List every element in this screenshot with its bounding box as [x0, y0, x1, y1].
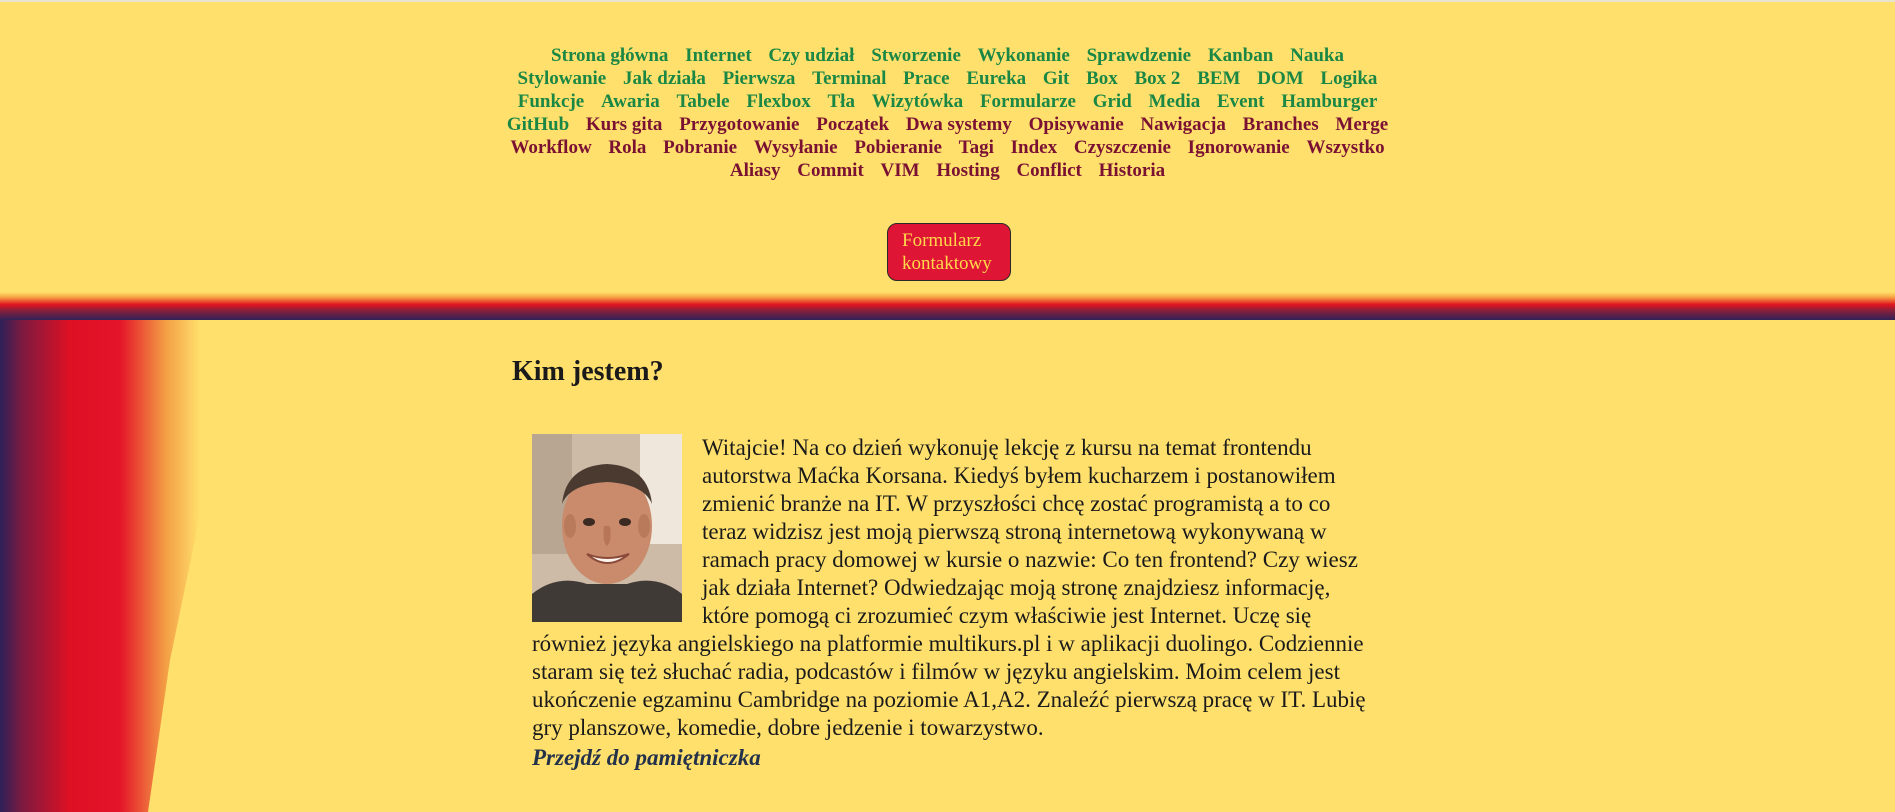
contact-form-button[interactable]: Formularz kontaktowy [887, 223, 1011, 302]
nav-link[interactable]: Funkcje [518, 90, 585, 113]
nav-link[interactable]: Formularze [980, 90, 1076, 113]
nav-link[interactable]: GitHub [507, 113, 569, 136]
nav-link[interactable]: Sprawdzenie [1087, 44, 1192, 67]
nav-link[interactable]: Hosting [936, 159, 999, 182]
page-header: Strona główna Internet Czy udział Stworz… [0, 0, 1895, 302]
nav-link[interactable]: Terminal [812, 67, 886, 90]
nav-link[interactable]: Nawigacja [1140, 113, 1225, 136]
nav-link[interactable]: Czyszczenie [1074, 136, 1171, 159]
nav-link[interactable]: Event [1217, 90, 1265, 113]
nav-link[interactable]: Box 2 [1135, 67, 1181, 90]
nav-link[interactable]: Stylowanie [518, 67, 607, 90]
nav-link[interactable]: Box [1086, 67, 1118, 90]
nav-link[interactable]: Historia [1099, 159, 1166, 182]
nav-link[interactable]: Strona główna [551, 44, 668, 67]
nav-link[interactable]: Tła [828, 90, 855, 113]
nav-link[interactable]: Media [1149, 90, 1201, 113]
nav-link[interactable]: Hamburger [1281, 90, 1377, 113]
nav-link[interactable]: Logika [1320, 67, 1377, 90]
nav-link[interactable]: Przygotowanie [679, 113, 799, 136]
nav-link[interactable]: Kanban [1208, 44, 1273, 67]
nav-link[interactable]: Awaria [601, 90, 660, 113]
nav-link[interactable]: Pobranie [663, 136, 737, 159]
nav-link[interactable]: Conflict [1016, 159, 1081, 182]
nav-link[interactable]: DOM [1257, 67, 1303, 90]
diary-link[interactable]: Przejdź do pamiętniczka [532, 744, 1372, 772]
nav-link[interactable]: Pobieranie [854, 136, 942, 159]
avatar [532, 434, 682, 622]
main-content: Kim jestem? Witajcie! Na co dzień wykonu… [512, 352, 1372, 770]
nav-link[interactable]: VIM [881, 159, 920, 182]
nav-link[interactable]: Wysyłanie [754, 136, 838, 159]
nav-link[interactable]: Eureka [966, 67, 1026, 90]
nav-link[interactable]: Wykonanie [978, 44, 1070, 67]
nav-link[interactable]: Tabele [676, 90, 729, 113]
profile-photo [532, 434, 682, 622]
nav-link[interactable]: Merge [1335, 113, 1388, 136]
nav-link[interactable]: Aliasy [730, 159, 781, 182]
about-section: Witajcie! Na co dzień wykonuję lekcję z … [532, 434, 1372, 772]
nav-link[interactable]: Grid [1093, 90, 1132, 113]
main-navigation: Strona główna Internet Czy udział Stworz… [500, 44, 1395, 182]
page-title: Kim jestem? [512, 356, 664, 387]
nav-link[interactable]: Początek [816, 113, 889, 136]
nav-link[interactable]: Workflow [510, 136, 591, 159]
nav-link[interactable]: Nauka [1290, 44, 1344, 67]
nav-link[interactable]: Opisywanie [1029, 113, 1124, 136]
nav-link[interactable]: Flexbox [746, 90, 810, 113]
nav-link[interactable]: Tagi [959, 136, 994, 159]
nav-link[interactable]: Czy udział [768, 44, 854, 67]
nav-link[interactable]: Rola [608, 136, 646, 159]
nav-link[interactable]: Internet [685, 44, 751, 67]
nav-link[interactable]: Kurs gita [586, 113, 663, 136]
contact-form-button-label: Formularz kontaktowy [902, 230, 992, 274]
left-gradient-stripe [0, 320, 228, 812]
nav-link[interactable]: Jak działa [623, 67, 706, 90]
nav-link[interactable]: Wszystko [1306, 136, 1384, 159]
gradient-divider [0, 292, 1895, 320]
nav-link[interactable]: BEM [1197, 67, 1240, 90]
nav-link[interactable]: Wizytówka [872, 90, 963, 113]
nav-link[interactable]: Prace [903, 67, 949, 90]
nav-link[interactable]: Stworzenie [871, 44, 961, 67]
nav-link[interactable]: Dwa systemy [906, 113, 1012, 136]
nav-link[interactable]: Ignorowanie [1188, 136, 1290, 159]
nav-link[interactable]: Branches [1243, 113, 1319, 136]
nav-link[interactable]: Commit [797, 159, 863, 182]
nav-link[interactable]: Index [1011, 136, 1057, 159]
nav-link[interactable]: Git [1043, 67, 1069, 90]
nav-link[interactable]: Pierwsza [723, 67, 796, 90]
